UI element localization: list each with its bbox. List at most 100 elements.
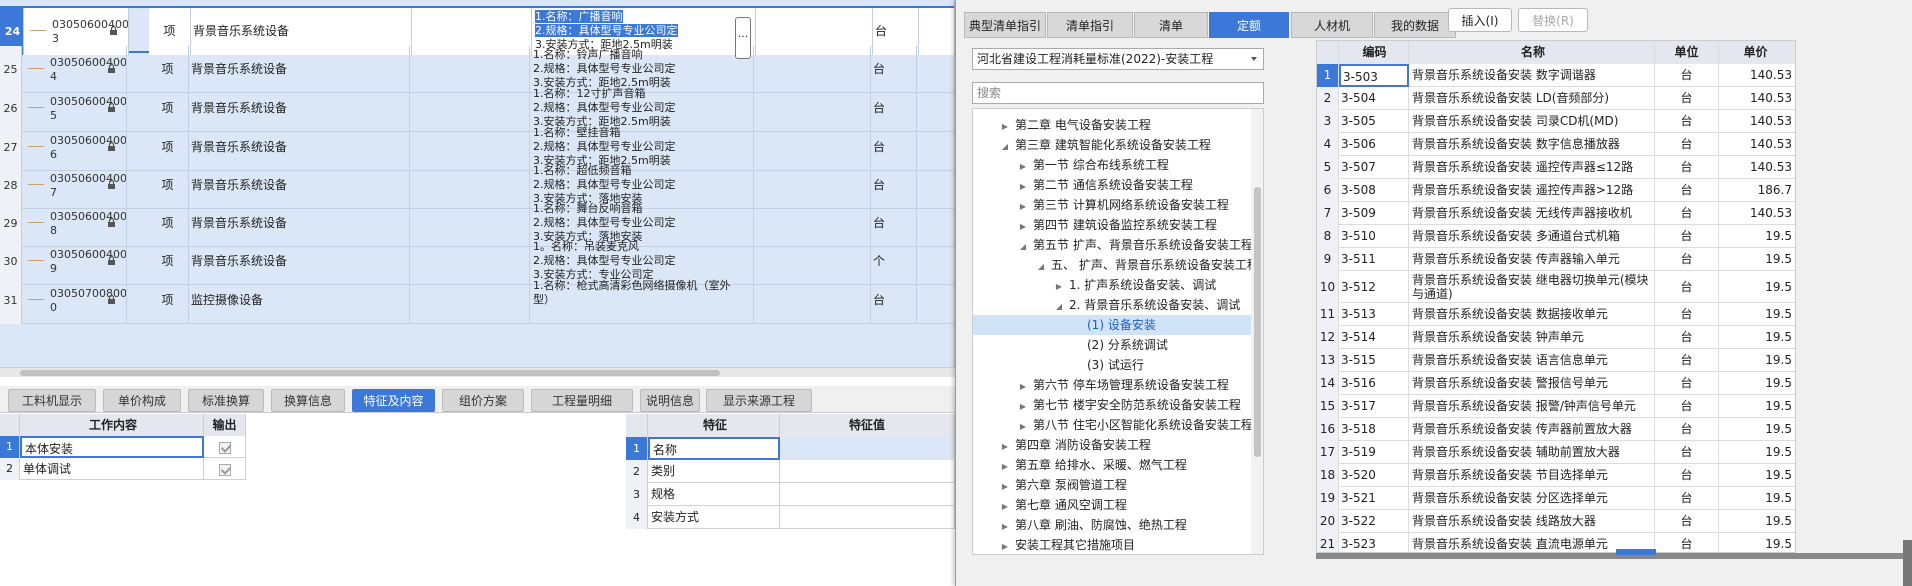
quota-price[interactable]: 140.53 <box>1719 64 1795 87</box>
tab-1[interactable]: 单价构成 <box>103 389 181 412</box>
quota-price[interactable]: 19.5 <box>1719 248 1795 271</box>
quota-row[interactable]: 5 3-507 背景音乐系统设备安装 遥控传声器≤12路台 140.53 <box>1317 156 1795 179</box>
quota-row[interactable]: 19 3-521 背景音乐系统设备安装 分区选择单元台 19.5 <box>1317 487 1795 510</box>
quota-code[interactable]: 3-521 <box>1339 487 1409 510</box>
row-number[interactable]: 12 <box>1317 326 1339 349</box>
row-number[interactable]: 21 <box>1317 533 1339 552</box>
row-number[interactable]: 20 <box>1317 510 1339 533</box>
quota-tab-1[interactable]: 清单指引 <box>1047 12 1133 38</box>
expanded-arrow-icon[interactable]: ◢ <box>1035 257 1047 277</box>
quota-code[interactable]: 3-516 <box>1339 372 1409 395</box>
quota-unit[interactable]: 台 <box>1655 510 1719 533</box>
quota-name[interactable]: 背景音乐系统设备安装 遥控传声器≤12路 <box>1409 156 1655 179</box>
quota-unit[interactable]: 台 <box>1655 349 1719 372</box>
feature-row[interactable]: 3 规格 <box>626 483 955 506</box>
feature-row[interactable]: 2 类别 <box>626 460 955 483</box>
quota-price[interactable]: 19.5 <box>1719 464 1795 487</box>
quota-row[interactable]: 6 3-508 背景音乐系统设备安装 遥控传声器>12路台 186.7 <box>1317 179 1795 202</box>
tree-node[interactable]: ▶ 第四章 消防设备安装工程 <box>973 435 1253 455</box>
quota-unit[interactable]: 台 <box>1655 225 1719 248</box>
quota-row[interactable]: 11 3-513 背景音乐系统设备安装 数据接收单元台 19.5 <box>1317 303 1795 326</box>
quota-tab-5[interactable]: 我的数据 <box>1374 12 1456 38</box>
quota-unit[interactable]: 台 <box>1655 418 1719 441</box>
quota-name[interactable]: 背景音乐系统设备安装 报警/钟声信号单元 <box>1409 395 1655 418</box>
quota-row[interactable]: 20 3-522 背景音乐系统设备安装 线路放大器台 19.5 <box>1317 510 1795 533</box>
quota-price[interactable]: 186.7 <box>1719 179 1795 202</box>
quota-unit[interactable]: 台 <box>1655 179 1719 202</box>
quota-code[interactable]: 3-520 <box>1339 464 1409 487</box>
quota-tab-3[interactable]: 定额 <box>1209 12 1289 38</box>
quota-unit[interactable]: 台 <box>1655 248 1719 271</box>
row-number[interactable]: 15 <box>1317 395 1339 418</box>
tree-node[interactable]: ▶ 第三节 计算机网络系统设备安装工程 <box>973 195 1253 215</box>
quota-row[interactable]: 2 3-504 背景音乐系统设备安装 LD(音频部分) 台 140.53 <box>1317 87 1795 110</box>
tab-5[interactable]: 组价方案 <box>442 389 524 412</box>
quota-code[interactable]: 3-508 <box>1339 179 1409 202</box>
tree-node[interactable]: ▶ 第五章 给排水、采暖、燃气工程 <box>973 455 1253 475</box>
tree-node[interactable]: (3) 试运行 <box>973 355 1253 375</box>
quota-name[interactable]: 背景音乐系统设备安装 遥控传声器>12路 <box>1409 179 1655 202</box>
row-number[interactable]: 5 <box>1317 156 1339 179</box>
quota-row[interactable]: 3 3-505 背景音乐系统设备安装 司录CD机(MD) 台 140.53 <box>1317 110 1795 133</box>
quota-price[interactable]: 140.53 <box>1719 156 1795 179</box>
quota-row[interactable]: 12 3-514 背景音乐系统设备安装 钟声单元台 19.5 <box>1317 326 1795 349</box>
quota-name[interactable]: 背景音乐系统设备安装 LD(音频部分) <box>1409 87 1655 110</box>
feature-name[interactable]: 类别 <box>648 460 780 483</box>
grid-horizontal-scrollbar[interactable] <box>0 367 955 377</box>
quota-price[interactable]: 19.5 <box>1719 533 1795 552</box>
output-cell[interactable] <box>204 436 246 458</box>
bill-row[interactable]: 31 03050700800 0 项监控摄像设备 1.名称：枪式高清彩色网络摄像机（室外… <box>0 277 954 324</box>
quota-unit[interactable]: 台 <box>1655 464 1719 487</box>
quota-row[interactable]: 18 3-520 背景音乐系统设备安装 节目选择单元台 19.5 <box>1317 464 1795 487</box>
collapsed-arrow-icon[interactable]: ▶ <box>999 537 1011 554</box>
tree-node[interactable]: ◢ 五、 扩声、背景音乐系统设备安装工程 <box>973 255 1259 277</box>
feature-row[interactable]: 4 安装方式 <box>626 506 955 529</box>
tree-scrollbar[interactable] <box>1251 109 1263 554</box>
tree-node[interactable]: (2) 分系统调试 <box>973 335 1253 355</box>
replace-button[interactable]: 替换(R) <box>1518 8 1588 32</box>
collapsed-arrow-icon[interactable]: ▶ <box>999 497 1011 517</box>
row-number[interactable]: 2 <box>626 460 648 483</box>
tree-node[interactable]: ▶ 第六章 泵阀管道工程 <box>973 475 1253 495</box>
quota-unit[interactable]: 台 <box>1655 303 1719 326</box>
tab-4[interactable]: 特征及内容 <box>352 389 435 412</box>
quota-name[interactable]: 背景音乐系统设备安装 钟声单元 <box>1409 326 1655 349</box>
scrollbar-thumb[interactable] <box>20 370 720 376</box>
row-number[interactable]: 1 <box>626 437 648 460</box>
tree-node[interactable]: ▶ 第七章 通风空调工程 <box>973 495 1253 515</box>
quota-tab-4[interactable]: 人材机 <box>1291 12 1373 38</box>
row-number[interactable]: 17 <box>1317 441 1339 464</box>
quota-row[interactable]: 13 3-515 背景音乐系统设备安装 语言信息单元台 19.5 <box>1317 349 1795 372</box>
row-number[interactable]: 1 <box>0 436 20 458</box>
quota-row[interactable]: 10 3-512 背景音乐系统设备安装 继电器切换单元(模块与通道) 台 19.5 <box>1317 271 1795 303</box>
feature-row[interactable]: 1 名称 <box>626 437 955 460</box>
tree-node[interactable]: ▶ 第六节 停车场管理系统设备安装工程 <box>973 375 1253 395</box>
output-cell[interactable] <box>204 458 246 480</box>
quota-code[interactable]: 3-518 <box>1339 418 1409 441</box>
row-number[interactable]: 11 <box>1317 303 1339 326</box>
tree-node[interactable]: ▶ 第一节 综合布线系统工程 <box>973 155 1253 175</box>
work-content[interactable]: 单体调试 <box>20 458 204 480</box>
row-number[interactable]: 10 <box>1317 271 1339 303</box>
quota-unit[interactable]: 台 <box>1655 487 1719 510</box>
tree-node[interactable]: ▶ 第二章 电气设备安装工程 <box>973 115 1253 135</box>
quota-name[interactable]: 背景音乐系统设备安装 传声器输入单元 <box>1409 248 1655 271</box>
tree-node[interactable]: ▶ 第八节 住宅小区智能化系统设备安装工程 <box>973 415 1253 435</box>
collapsed-arrow-icon[interactable]: ▶ <box>999 437 1011 457</box>
collapsed-arrow-icon[interactable]: ▶ <box>1017 417 1029 437</box>
quota-unit[interactable]: 台 <box>1655 533 1719 552</box>
tab-3[interactable]: 换算信息 <box>271 389 345 412</box>
row-number[interactable]: 1 <box>1317 64 1339 87</box>
quota-unit[interactable]: 台 <box>1655 395 1719 418</box>
quota-unit[interactable]: 台 <box>1655 156 1719 179</box>
quota-code[interactable]: 3-513 <box>1339 303 1409 326</box>
row-number[interactable]: 3 <box>1317 110 1339 133</box>
quota-name[interactable]: 背景音乐系统设备安装 多通道台式机箱 <box>1409 225 1655 248</box>
tab-0[interactable]: 工料机显示 <box>8 389 96 412</box>
row-number[interactable]: 31 <box>0 277 22 324</box>
row-number[interactable]: 8 <box>1317 225 1339 248</box>
tree-node[interactable]: (1) 设备安装 <box>973 315 1253 335</box>
quota-name[interactable]: 背景音乐系统设备安装 司录CD机(MD) <box>1409 110 1655 133</box>
scrollbar-thumb[interactable] <box>1254 187 1261 457</box>
row-number[interactable]: 19 <box>1317 487 1339 510</box>
